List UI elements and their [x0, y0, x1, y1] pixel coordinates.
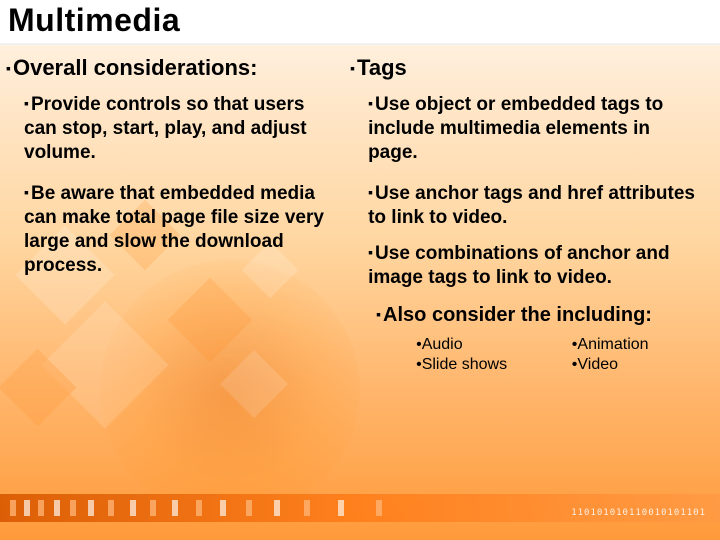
slide-title: Multimedia [8, 2, 712, 39]
right-bullet: Use combinations of anchor and image tag… [368, 242, 702, 290]
right-bullet: Use object or embedded tags to include m… [368, 93, 702, 164]
left-bullet-group: Be aware that embedded media can make to… [6, 182, 330, 277]
right-bullet-group: Use anchor tags and href attributes to l… [350, 182, 702, 230]
title-bar: Multimedia [0, 0, 720, 45]
small-list-item: Video [572, 356, 702, 374]
right-column: Tags Use object or embedded tags to incl… [340, 55, 702, 374]
left-bullet-group: Provide controls so that users can stop,… [6, 93, 330, 164]
left-bullet: Provide controls so that users can stop,… [24, 93, 330, 164]
slide: Multimedia Overall considerations: Provi… [0, 0, 720, 540]
right-bullet-group: Use object or embedded tags to include m… [350, 93, 702, 164]
left-heading: Overall considerations: [6, 55, 330, 81]
small-list-item: Audio [416, 336, 566, 354]
decor-digits: 110101010110010101101 [571, 508, 706, 518]
left-bullet: Be aware that embedded media can make to… [24, 182, 330, 277]
small-list: Audio Animation Slide shows Video [376, 336, 702, 374]
small-list-item: Slide shows [416, 356, 566, 374]
content-area: Overall considerations: Provide controls… [0, 45, 720, 374]
right-bullet: Use anchor tags and href attributes to l… [368, 182, 702, 230]
small-list-item: Animation [572, 336, 702, 354]
also-consider-section: Also consider the including: Audio Anima… [350, 303, 702, 374]
also-heading: Also consider the including: [376, 303, 702, 328]
right-bullet-group: Use combinations of anchor and image tag… [350, 242, 702, 290]
left-column: Overall considerations: Provide controls… [6, 55, 340, 374]
right-heading: Tags [350, 55, 702, 81]
